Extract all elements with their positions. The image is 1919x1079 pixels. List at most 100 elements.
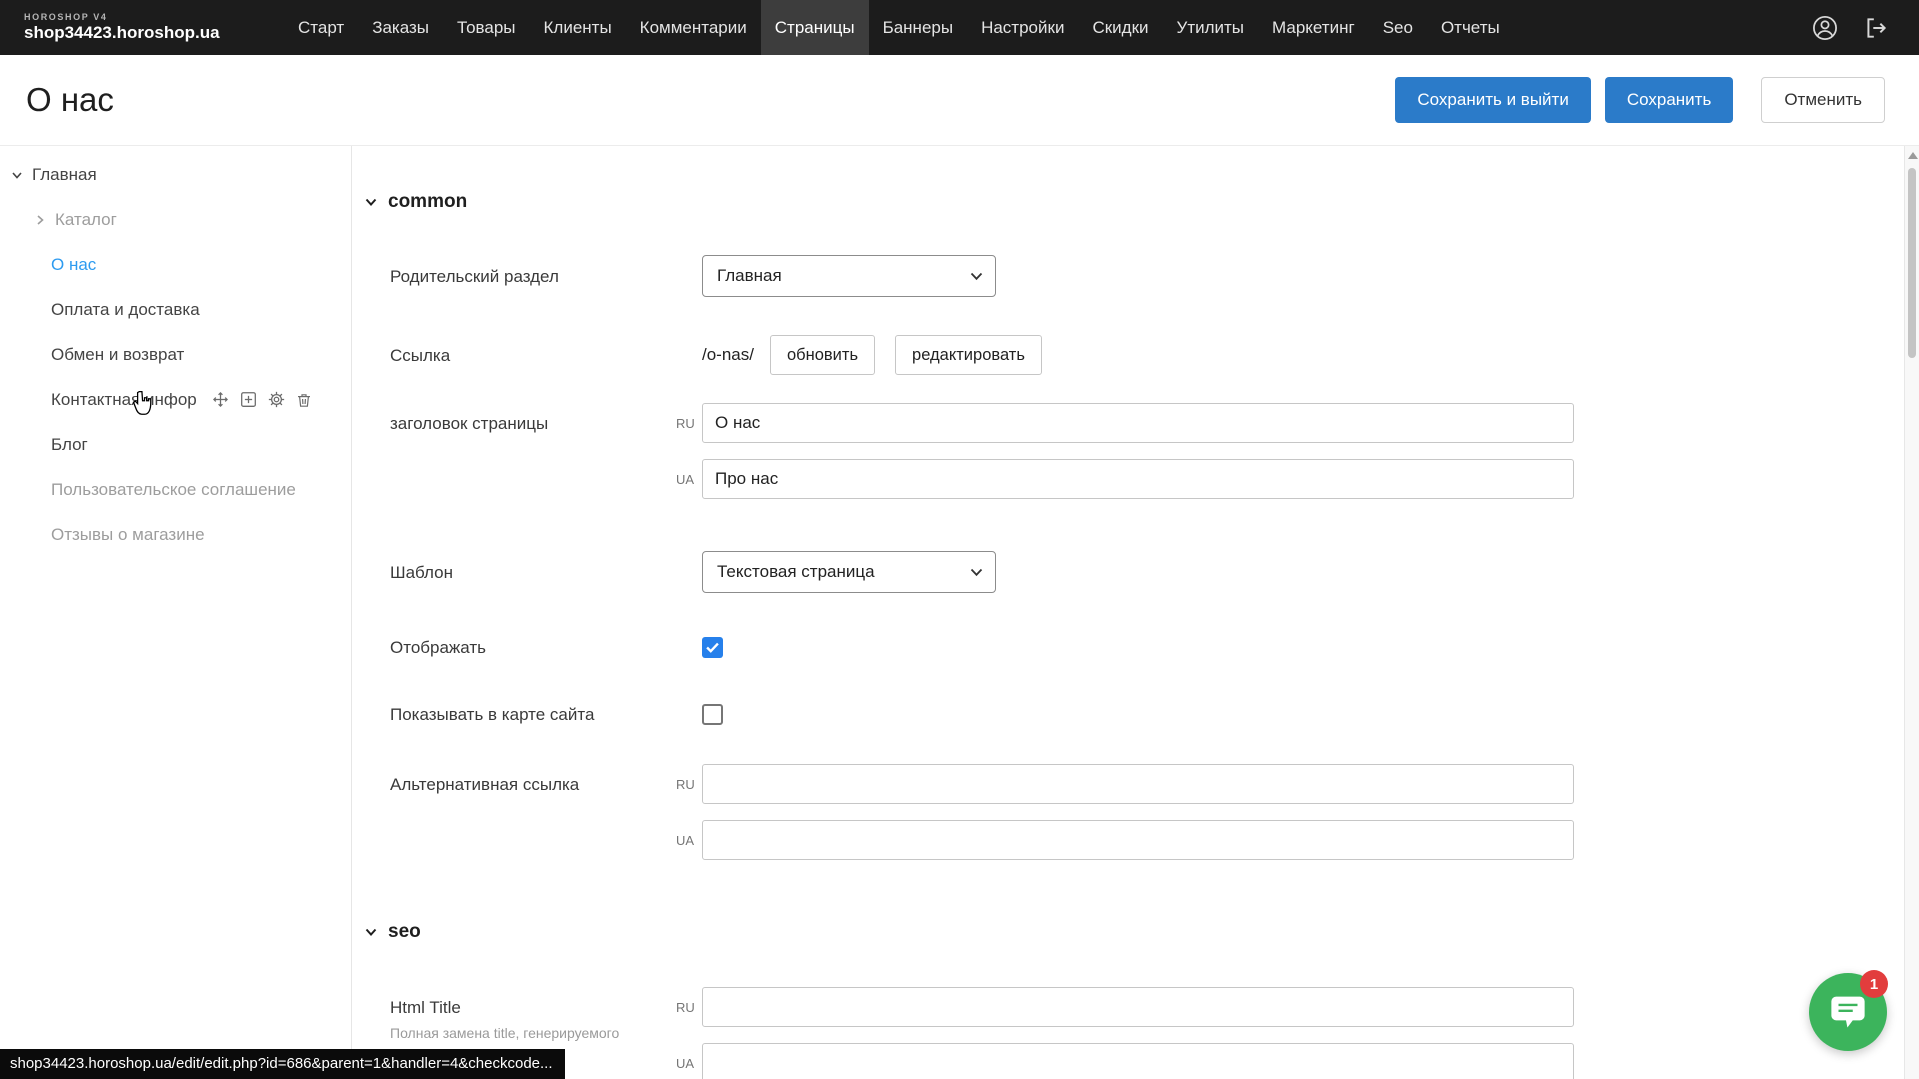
tree-item-label: Пользовательское соглашение — [51, 480, 296, 500]
pages-tree: Главная Каталог О нас Оплата и доставка … — [0, 146, 352, 1079]
menu-settings[interactable]: Настройки — [967, 0, 1078, 55]
html-title-ru-input[interactable] — [702, 987, 1574, 1027]
page-title-ua-input[interactable] — [702, 459, 1574, 499]
tree-item-home[interactable]: Главная — [0, 152, 351, 197]
link-edit-button[interactable]: редактировать — [895, 335, 1042, 375]
account-icon[interactable] — [1811, 14, 1839, 42]
lang-tag-ru: RU — [668, 1000, 702, 1015]
menu-pages[interactable]: Страницы — [761, 0, 869, 55]
delete-trash-icon[interactable] — [295, 390, 314, 409]
select-value: Текстовая страница — [717, 562, 875, 582]
tree-item-label: Контактная инфор — [51, 390, 197, 410]
row-html-title: Html Title Полная замена title, генериру… — [390, 987, 1919, 1079]
tree-item-about[interactable]: О нас — [0, 242, 351, 287]
tree-item-blog[interactable]: Блог — [0, 422, 351, 467]
template-select[interactable]: Текстовая страница — [702, 551, 996, 593]
section-common[interactable]: common — [364, 190, 1919, 213]
row-display: Отображать — [390, 637, 1919, 658]
row-sitemap: Показывать в карте сайта — [390, 704, 1919, 725]
chevron-down-icon — [970, 568, 983, 577]
link-refresh-button[interactable]: обновить — [770, 335, 875, 375]
sitemap-checkbox[interactable] — [702, 704, 723, 725]
field-label-sitemap: Показывать в карте сайта — [390, 704, 668, 725]
menu-start[interactable]: Старт — [284, 0, 358, 55]
tree-item-label: О нас — [51, 255, 96, 275]
menu-clients[interactable]: Клиенты — [530, 0, 626, 55]
html-title-ua-input[interactable] — [702, 1043, 1574, 1079]
tree-item-contact-info[interactable]: Контактная инфор — [0, 377, 351, 422]
menu-utilities[interactable]: Утилиты — [1163, 0, 1259, 55]
field-label-display: Отображать — [390, 637, 668, 658]
tree-item-exchange-return[interactable]: Обмен и возврат — [0, 332, 351, 377]
section-seo[interactable]: seo — [364, 920, 1919, 943]
tree-item-catalog[interactable]: Каталог — [0, 197, 351, 242]
menu-reports[interactable]: Отчеты — [1427, 0, 1514, 55]
app-logo[interactable]: HOROSHOP V4 shop34423.horoshop.ua — [0, 0, 240, 55]
tree-item-label: Оплата и доставка — [51, 300, 200, 320]
move-icon[interactable] — [211, 390, 230, 409]
save-and-exit-button[interactable]: Сохранить и выйти — [1395, 77, 1590, 123]
top-navbar: HOROSHOP V4 shop34423.horoshop.ua Старт … — [0, 0, 1919, 55]
field-label-parent: Родительский раздел — [390, 266, 668, 287]
alt-link-ua-input[interactable] — [702, 820, 1574, 860]
lang-tag-ru: RU — [668, 416, 702, 431]
tree-item-label: Обмен и возврат — [51, 345, 184, 365]
page-header: О нас Сохранить и выйти Сохранить Отмени… — [0, 55, 1919, 146]
main-menu: Старт Заказы Товары Клиенты Комментарии … — [284, 0, 1514, 55]
tree-item-actions — [211, 390, 314, 409]
menu-products[interactable]: Товары — [443, 0, 529, 55]
field-label-link: Ссылка — [390, 345, 668, 366]
row-template: Шаблон Текстовая страница — [390, 551, 1919, 593]
parent-section-select[interactable]: Главная — [702, 255, 996, 297]
lang-tag-ua: UA — [668, 472, 702, 487]
topbar-right — [1811, 0, 1919, 55]
alt-link-ru-input[interactable] — [702, 764, 1574, 804]
menu-comments[interactable]: Комментарии — [626, 0, 761, 55]
menu-marketing[interactable]: Маркетинг — [1258, 0, 1369, 55]
tree-item-payment-delivery[interactable]: Оплата и доставка — [0, 287, 351, 332]
menu-discounts[interactable]: Скидки — [1078, 0, 1162, 55]
chevron-down-icon — [364, 925, 378, 939]
logo-shop-domain: shop34423.horoshop.ua — [24, 23, 240, 43]
tree-item-label: Блог — [51, 435, 88, 455]
add-page-icon[interactable] — [239, 390, 258, 409]
lang-tag-ua: UA — [668, 833, 702, 848]
scrollbar-thumb[interactable] — [1908, 168, 1916, 358]
scrollbar-up-arrow[interactable] — [1908, 152, 1918, 159]
tree-item-label: Каталог — [55, 210, 117, 230]
menu-seo[interactable]: Seo — [1369, 0, 1427, 55]
menu-orders[interactable]: Заказы — [358, 0, 443, 55]
row-alt-link: Альтернативная ссылка RU UA — [390, 764, 1919, 860]
statusbar-url-tooltip: shop34423.horoshop.ua/edit/edit.php?id=6… — [0, 1049, 565, 1079]
chevron-right-icon[interactable] — [33, 213, 47, 227]
page-title-ru-input[interactable] — [702, 403, 1574, 443]
chevron-down-icon[interactable] — [10, 168, 24, 182]
logo-version: HOROSHOP V4 — [24, 12, 240, 23]
section-common-label: common — [388, 191, 467, 213]
chat-notification-badge: 1 — [1860, 970, 1888, 998]
display-checkbox[interactable] — [702, 637, 723, 658]
select-value: Главная — [717, 266, 782, 286]
settings-gear-icon[interactable] — [267, 390, 286, 409]
tree-item-label: Главная — [32, 165, 97, 185]
chat-icon — [1829, 994, 1867, 1030]
tree-item-user-agreement[interactable]: Пользовательское соглашение — [0, 467, 351, 512]
chevron-down-icon — [970, 272, 983, 281]
section-seo-label: seo — [388, 921, 421, 943]
page-edit-form: common Родительский раздел Главная Ссылк… — [352, 146, 1919, 1079]
tree-item-store-reviews[interactable]: Отзывы о магазине — [0, 512, 351, 557]
row-link: Ссылка /o-nas/ обновить редактировать — [390, 335, 1919, 375]
link-value: /o-nas/ — [702, 345, 754, 365]
menu-banners[interactable]: Баннеры — [869, 0, 968, 55]
vertical-scrollbar[interactable] — [1904, 146, 1919, 1079]
logout-icon[interactable] — [1863, 15, 1889, 41]
field-note-html-title: Полная замена title, генерируемого — [390, 1025, 668, 1042]
check-icon — [706, 642, 719, 653]
cancel-button[interactable]: Отменить — [1761, 77, 1885, 123]
chat-widget-button[interactable]: 1 — [1809, 973, 1887, 1051]
header-actions: Сохранить и выйти Сохранить Отменить — [1395, 77, 1919, 123]
field-label-template: Шаблон — [390, 562, 668, 583]
field-label-page-title: заголовок страницы — [390, 403, 668, 434]
save-button[interactable]: Сохранить — [1605, 77, 1733, 123]
page-title: О нас — [26, 81, 114, 119]
